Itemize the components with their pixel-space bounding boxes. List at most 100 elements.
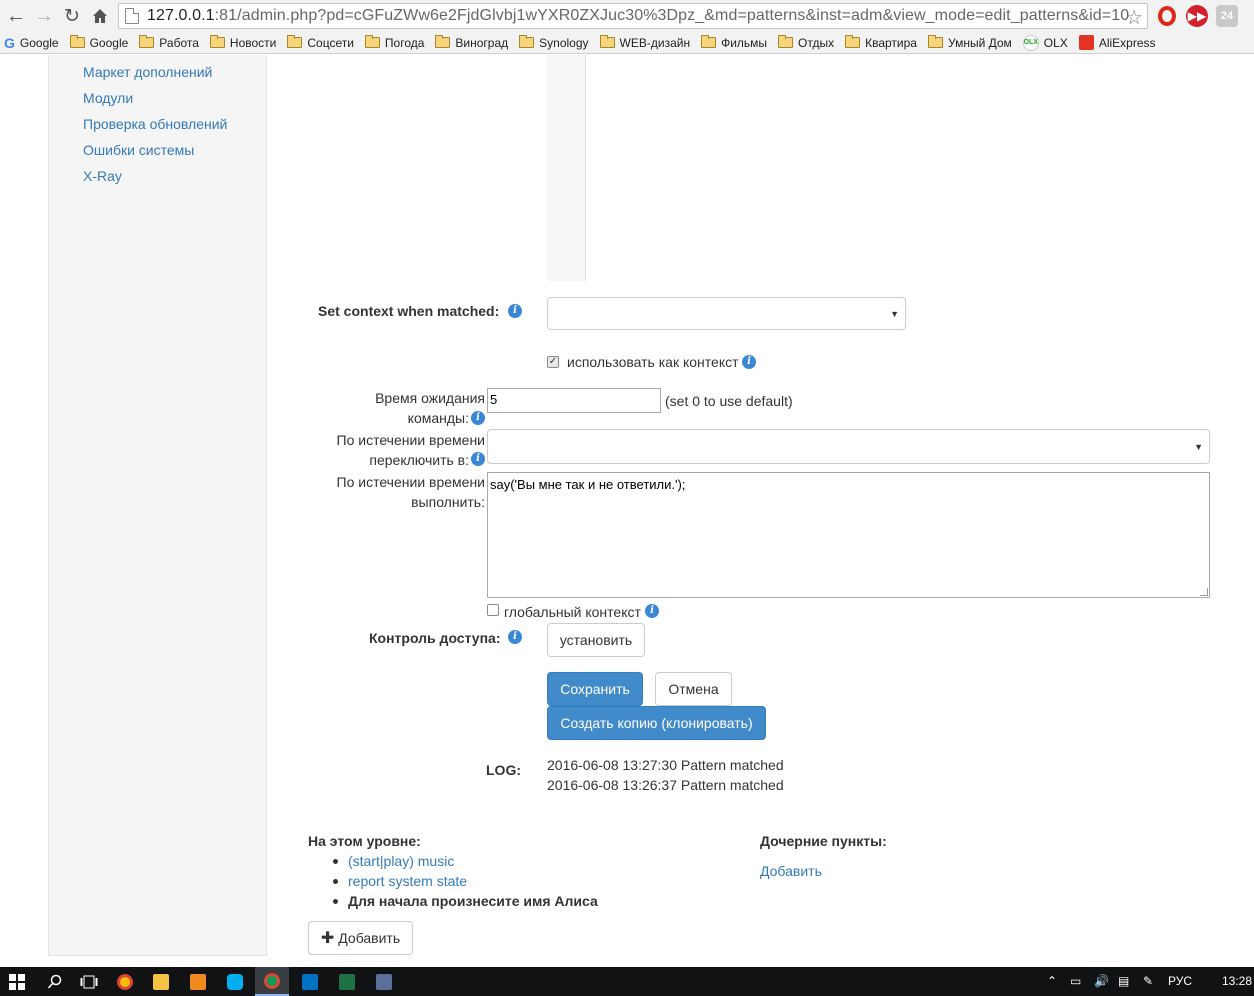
folder-icon [845,35,861,48]
chrome-active-taskbar-icon[interactable] [255,967,289,996]
back-arrow-icon[interactable]: ← [2,2,30,30]
bookmark-folder[interactable]: Работа [139,35,199,50]
switch-label: По истечении времени переключить в: [300,430,485,470]
info-icon[interactable]: i [645,604,659,618]
excel-icon [339,973,355,990]
context-label: Set context when matched: [318,303,500,319]
sidebar-item-addons-market[interactable]: Маркет дополнений [83,64,212,80]
media-player-taskbar-icon[interactable] [181,967,215,996]
use-as-context-checkbox[interactable]: ✓ [547,356,559,368]
folder-icon [139,35,155,48]
level-title: На этом уровне: [308,833,421,849]
tray-chevron-up-icon[interactable]: ⌃ [1047,974,1057,988]
forward-arrow-icon[interactable]: → [30,2,58,30]
folder-icon [153,973,169,990]
list-item[interactable]: report system state [308,871,598,891]
keyboard-icon[interactable]: ✎ [1143,974,1153,988]
info-icon[interactable]: i [742,355,756,369]
bookmark-google-search[interactable]: G Google [4,35,59,51]
execute-code-textarea[interactable]: say('Вы мне так и не ответили.'); [487,472,1210,598]
bookmark-folder[interactable]: Google [69,35,128,50]
bookmark-folder[interactable]: Квартира [845,35,917,50]
sidebar-item-xray[interactable]: X-Ray [83,168,122,184]
chrome-taskbar-icon[interactable] [108,967,142,996]
outlook-taskbar-icon[interactable] [293,967,327,996]
chevron-down-icon: ▼ [1194,441,1203,452]
save-button[interactable]: Сохранить [547,672,643,706]
bookmark-folder[interactable]: Synology [519,35,589,50]
info-icon[interactable]: i [471,411,485,425]
level-item-link[interactable]: report system state [348,873,467,889]
bookmark-folder[interactable]: Новости [209,35,276,50]
bookmark-folder[interactable]: Умный Дом [927,35,1012,50]
sidebar-item-system-errors[interactable]: Ошибки системы [83,142,194,158]
info-icon[interactable]: i [508,304,522,318]
battery-icon[interactable]: ▭ [1070,974,1081,988]
folder-icon [927,35,943,48]
bookmark-folder[interactable]: Виноград [435,35,508,50]
bookmark-folder[interactable]: Фильмы [701,35,767,50]
media-extension-icon[interactable]: ▶▶ [1186,5,1208,27]
resize-grip-icon[interactable] [1200,588,1208,596]
skype-taskbar-icon[interactable] [218,967,252,996]
list-item[interactable]: (start|play) music [308,851,598,871]
calendar-extension-icon[interactable]: 24 [1216,5,1238,27]
opera-extension-icon[interactable] [1156,5,1178,27]
network-app-taskbar-icon[interactable] [367,967,401,996]
search-icon[interactable] [38,967,72,996]
bookmark-folder[interactable]: WEB-дизайн [599,35,690,50]
use-as-context-label: использовать как контекст [567,354,739,370]
level-item-link[interactable]: (start|play) music [348,853,454,869]
bookmark-olx[interactable]: OLX OLX [1022,34,1068,51]
bookmark-star-icon[interactable]: ☆ [1125,5,1143,30]
bookmark-aliexpress[interactable]: AliExpress [1078,35,1156,50]
clone-button[interactable]: Создать копию (клонировать) [547,706,766,740]
execute-label-line-2: выполнить: [411,494,485,510]
timeout-hint: (set 0 to use default) [665,393,793,409]
page-content: Маркет дополнений Модули Проверка обновл… [0,55,1254,967]
remote-desktop-icon [376,973,392,990]
bookmark-folder[interactable]: Отдых [778,35,834,50]
admin-sidebar: Маркет дополнений Модули Проверка обновл… [48,55,267,956]
info-icon[interactable]: i [508,630,522,644]
add-child-link[interactable]: Добавить [760,863,822,879]
plus-icon: ✚ [320,930,335,947]
olx-icon: OLX [1022,34,1039,51]
network-icon[interactable]: ▤ [1118,974,1129,988]
bookmark-folder[interactable]: Погода [364,35,424,50]
task-view-icon[interactable] [72,967,106,996]
folder-icon [599,35,615,48]
language-indicator[interactable]: РУС [1168,974,1192,988]
cancel-button[interactable]: Отмена [655,672,732,706]
add-item-button[interactable]: ✚ Добавить [308,921,413,955]
clock[interactable]: 13:28 [1222,974,1252,988]
folder-icon [701,35,717,48]
sidebar-item-check-updates[interactable]: Проверка обновлений [83,116,227,132]
global-context-checkbox[interactable] [487,604,499,616]
switch-select[interactable]: ▼ [487,429,1210,464]
start-button[interactable] [0,967,34,996]
chrome-icon [264,972,280,989]
access-control-label: Контроль доступа: [369,630,501,646]
google-icon: G [4,34,15,51]
home-icon[interactable] [86,2,114,30]
reload-icon[interactable]: ↻ [58,2,86,30]
explorer-taskbar-icon[interactable] [144,967,178,996]
volume-icon[interactable]: 🔊 [1094,974,1109,988]
context-select[interactable]: ▼ [547,297,906,330]
execute-label-line-1: По истечении времени [336,474,485,490]
windows-logo-icon [9,973,25,990]
set-access-button[interactable]: установить [547,623,645,657]
windows-taskbar: ⌃ ▭ 🔊 ▤ ✎ РУС 13:28 [0,967,1254,996]
chevron-down-icon: ▼ [890,308,899,319]
sidebar-item-modules[interactable]: Модули [83,90,133,106]
info-icon[interactable]: i [471,452,485,466]
timeout-input[interactable]: 5 [487,388,661,413]
log-entry: 2016-06-08 13:27:30 Pattern matched [547,757,784,773]
bookmark-folder[interactable]: Соцсети [287,35,354,50]
chrome-icon [117,973,133,990]
folder-icon [519,35,535,48]
address-bar[interactable]: 127.0.0.1:81/admin.php?pd=cGFuZWw6e2FjdG… [118,3,1148,29]
excel-taskbar-icon[interactable] [330,967,364,996]
outlook-icon [302,973,318,990]
